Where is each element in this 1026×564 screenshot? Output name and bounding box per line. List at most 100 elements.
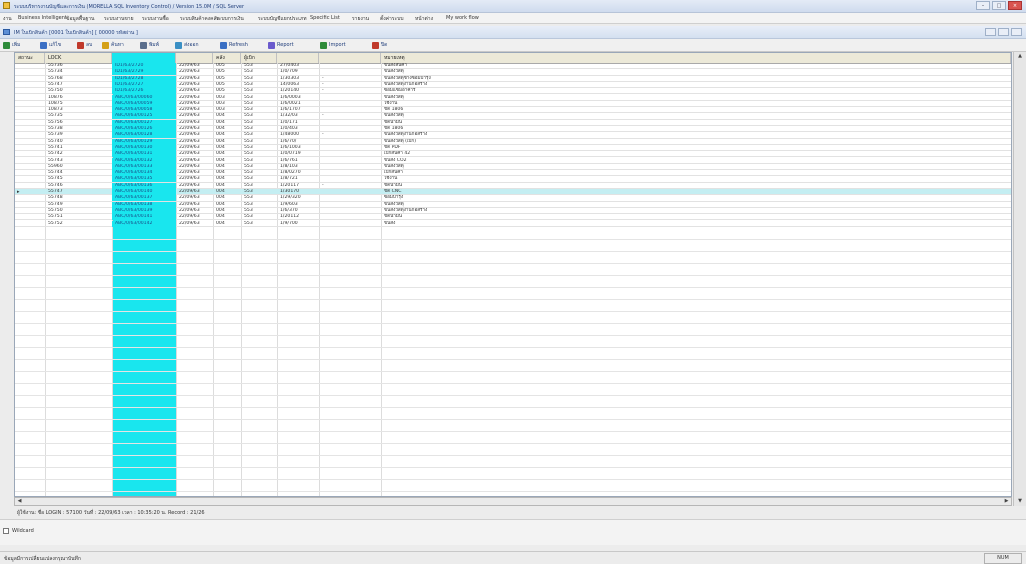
cell-amount[interactable]: 1/32/03 bbox=[277, 113, 319, 119]
cell-flag[interactable] bbox=[319, 139, 381, 145]
cell-id[interactable]: 55739 bbox=[45, 132, 112, 138]
cell-wh[interactable]: 003 bbox=[213, 101, 241, 107]
cell-flag[interactable]: - bbox=[319, 113, 381, 119]
cell-wh[interactable]: 004 bbox=[213, 151, 241, 157]
cell-docno[interactable]: ABC/0/63/00141 bbox=[112, 214, 176, 221]
cell-date[interactable]: 22/09/63 bbox=[176, 145, 213, 151]
cell-amount[interactable]: 1/8/103 bbox=[277, 164, 319, 170]
cell-amount[interactable]: 1/20117 bbox=[277, 183, 319, 189]
cell-user[interactable]: 553 bbox=[241, 189, 277, 195]
cell-flag[interactable] bbox=[319, 145, 381, 151]
cell-wh[interactable]: 005 bbox=[213, 76, 241, 82]
cell-note[interactable]: ใช้งาน bbox=[381, 176, 1011, 182]
cell-note[interactable]: ขนส่งวัสดุ bbox=[381, 69, 1011, 75]
menu-item-2[interactable]: ข้อมูลพื้นฐาน bbox=[66, 15, 94, 23]
menu-item-3[interactable]: ระบบงานขาย bbox=[104, 15, 134, 23]
column-header-user[interactable]: ผู้เบิก bbox=[241, 53, 277, 63]
cell-docno[interactable]: ID1/63/2727 bbox=[112, 81, 176, 88]
maximize-button[interactable]: □ bbox=[992, 1, 1006, 10]
menu-item-4[interactable]: ระบบงานซื้อ bbox=[142, 15, 169, 23]
cell-wh[interactable]: 004 bbox=[213, 113, 241, 119]
cell-amount[interactable]: 1/20140 bbox=[277, 88, 319, 94]
cell-date[interactable]: 22/09/63 bbox=[176, 69, 213, 75]
cell-id[interactable]: 55744 bbox=[45, 170, 112, 176]
cell-note[interactable]: ขัด 1806 bbox=[381, 126, 1011, 132]
cell-date[interactable]: 22/09/63 bbox=[176, 88, 213, 94]
cell-amount[interactable]: 1/8/0270 bbox=[277, 170, 319, 176]
doc-close-button[interactable] bbox=[1011, 28, 1022, 36]
table-row[interactable]: 55752 ABC/0/63/00142 22/09/63 004 553 1/9/700… bbox=[15, 220, 1011, 227]
cell-user[interactable]: 553 bbox=[241, 63, 277, 69]
cell-note[interactable]: ขนส่งวัสดุ bbox=[381, 202, 1011, 208]
cell-id[interactable]: 55740 bbox=[45, 139, 112, 145]
column-header-date[interactable] bbox=[176, 53, 213, 63]
cell-id[interactable]: 10873 bbox=[45, 107, 112, 113]
cell-date[interactable]: 22/09/63 bbox=[176, 183, 213, 189]
cell-user[interactable]: 553 bbox=[241, 113, 277, 119]
cell-id[interactable]: 10876 bbox=[45, 95, 112, 101]
cell-flag[interactable] bbox=[319, 202, 381, 208]
cell-user[interactable]: 553 bbox=[241, 101, 277, 107]
cell-wh[interactable]: 005 bbox=[213, 88, 241, 94]
cell-wh[interactable]: 004 bbox=[213, 158, 241, 164]
cell-wh[interactable]: 004 bbox=[213, 132, 241, 138]
cell-amount[interactable]: 1/48000 bbox=[277, 132, 319, 138]
cell-user[interactable]: 553 bbox=[241, 151, 277, 157]
cell-note[interactable]: ขนส่งวัสดุงานก่อสร้าง bbox=[381, 82, 1011, 88]
menu-item-5[interactable]: ระบบสินค้าคงคลัง bbox=[180, 15, 219, 23]
cell-id[interactable]: 10875 bbox=[45, 101, 112, 107]
vertical-scrollbar[interactable]: ▲ ▼ bbox=[1013, 52, 1026, 506]
cell-note[interactable]: ขนส่งวัสดุงานก่อสร้าง bbox=[381, 208, 1011, 214]
doc-restore-button[interactable] bbox=[998, 28, 1009, 36]
cell-docno[interactable]: ABC/0/63/00131 bbox=[112, 151, 176, 158]
cell-user[interactable]: 553 bbox=[241, 95, 277, 101]
cell-flag[interactable] bbox=[319, 214, 381, 220]
cell-user[interactable]: 553 bbox=[241, 82, 277, 88]
cell-date[interactable]: 22/09/63 bbox=[176, 164, 213, 170]
cell-note[interactable]: ขนส่งวัสดุ bbox=[381, 113, 1011, 119]
cell-amount[interactable]: 1/6/70/ bbox=[277, 139, 319, 145]
cell-docno[interactable]: ABC/0/63/00136 bbox=[112, 182, 176, 189]
cell-docno[interactable]: ABC/0/63/00139 bbox=[112, 207, 176, 214]
cell-wh[interactable]: 004 bbox=[213, 170, 241, 176]
toolbar-find-button[interactable]: ค้นหา bbox=[102, 41, 124, 49]
cell-amount[interactable]: 1/29/320 bbox=[277, 195, 319, 201]
cell-date[interactable]: 22/09/63 bbox=[176, 120, 213, 126]
checkbox-box[interactable] bbox=[3, 528, 9, 534]
cell-date[interactable]: 22/09/63 bbox=[176, 82, 213, 88]
cell-amount[interactable]: 14/0063 bbox=[277, 82, 319, 88]
cell-id[interactable]: 55736 bbox=[45, 63, 112, 69]
cell-note[interactable]: เบิกสินค้า 42 bbox=[381, 151, 1011, 157]
cell-date[interactable]: 22/09/63 bbox=[176, 139, 213, 145]
toolbar-delete-button[interactable]: ลบ bbox=[77, 41, 92, 49]
cell-docno[interactable]: ABC/0/63/00128 bbox=[112, 132, 176, 139]
cell-id[interactable]: 55741 bbox=[45, 145, 112, 151]
cell-id[interactable]: 55752 bbox=[45, 221, 112, 227]
minimize-button[interactable]: – bbox=[976, 1, 990, 10]
cell-note[interactable]: ขนส่งวัสดุ (เบิก) bbox=[381, 139, 1011, 145]
cell-user[interactable]: 553 bbox=[241, 202, 277, 208]
cell-amount[interactable]: 1/0/403 bbox=[277, 126, 319, 132]
cell-wh[interactable]: 005 bbox=[213, 63, 241, 69]
cell-amount[interactable]: 27/0403 bbox=[277, 63, 319, 69]
cell-id[interactable]: 55749 bbox=[45, 202, 112, 208]
cell-id[interactable]: 55742 bbox=[45, 151, 112, 157]
cell-wh[interactable]: 004 bbox=[213, 183, 241, 189]
cell-user[interactable]: 553 bbox=[241, 214, 277, 220]
toolbar-print-button[interactable]: พิมพ์ bbox=[140, 41, 159, 49]
toolbar-add-button[interactable]: เพิ่ม bbox=[3, 41, 20, 49]
cell-id[interactable]: 55748 bbox=[45, 195, 112, 201]
cell-wh[interactable]: 004 bbox=[213, 139, 241, 145]
cell-date[interactable]: 22/09/63 bbox=[176, 76, 213, 82]
cell-docno[interactable]: ABC/0/63/00138 bbox=[112, 201, 176, 208]
cell-docno[interactable]: ABC/0/63/00140 bbox=[112, 189, 176, 195]
cell-docno[interactable]: ABC/0/63/00130 bbox=[112, 144, 176, 151]
cell-id[interactable]: 55747 bbox=[45, 189, 112, 195]
cell-docno[interactable]: ABC/0/63/00137 bbox=[112, 195, 176, 202]
cell-user[interactable]: 553 bbox=[241, 176, 277, 182]
scroll-right-icon[interactable]: ▶ bbox=[1002, 498, 1011, 505]
cell-flag[interactable]: - bbox=[319, 82, 381, 88]
cell-docno[interactable]: ABC/0/63/00129 bbox=[112, 138, 176, 145]
cell-id[interactable]: 55747 bbox=[45, 82, 112, 88]
cell-user[interactable]: 553 bbox=[241, 139, 277, 145]
